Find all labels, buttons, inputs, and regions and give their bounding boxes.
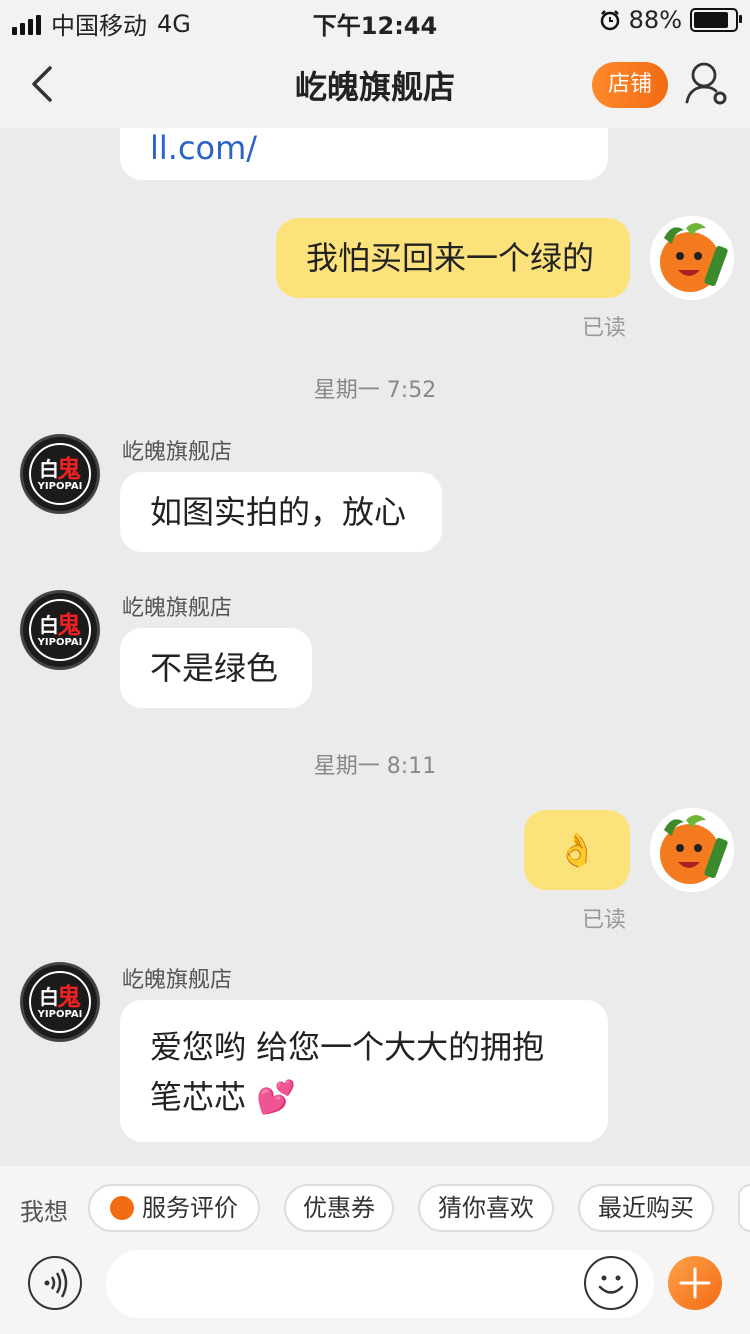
read-status: 已读 <box>582 316 627 341</box>
avatar-char-2: 鬼 <box>57 455 81 483</box>
chip-service-review[interactable]: 服务评价 <box>88 1184 260 1232</box>
shop-button[interactable]: 店铺 <box>592 62 668 108</box>
chip-label: 服务评价 <box>142 1194 238 1222</box>
timestamp: 星期一 8:11 <box>313 754 437 779</box>
voice-icon[interactable] <box>28 1256 82 1310</box>
timestamp: 星期一 7:52 <box>313 378 437 403</box>
plus-icon[interactable] <box>668 1256 722 1310</box>
avatar-char-2: 鬼 <box>57 983 81 1011</box>
input-bar <box>0 1250 750 1334</box>
alarm-icon <box>600 10 619 31</box>
chip-label: 猜你喜欢 <box>438 1194 534 1222</box>
orange-mascot-avatar-icon <box>650 216 734 300</box>
my-avatar[interactable] <box>650 216 734 300</box>
shop-message-bubble[interactable]: 爱您哟 给您一个大大的拥抱 笔芯芯 💕 <box>120 1000 608 1142</box>
avatar-char-1: 白 <box>39 985 59 1009</box>
battery-percent: 88% <box>628 6 682 34</box>
avatar-char-1: 白 <box>39 457 59 481</box>
ok-hand-emoji: 👌 <box>557 831 597 869</box>
smiley-icon[interactable] <box>584 1256 638 1310</box>
smiley-face-icon <box>598 1275 624 1294</box>
sender-name: 屹魄旗舰店 <box>122 596 233 621</box>
avatar-brand: YIPOPAI <box>37 637 83 648</box>
chip-guess-you-like[interactable]: 猜你喜欢 <box>418 1184 554 1232</box>
plus-sign-icon <box>679 1267 711 1299</box>
message-text: 我怕买回来一个绿的 <box>306 239 595 277</box>
avatar-brand: YIPOPAI <box>37 1009 83 1020</box>
message-text-line-1: 爱您哟 给您一个大大的拥抱 <box>150 1028 545 1066</box>
shop-avatar[interactable]: 白 鬼 YIPOPAI <box>20 962 100 1042</box>
link-text[interactable]: ll.com/ <box>150 129 257 167</box>
my-avatar[interactable] <box>650 808 734 892</box>
hearts-emoji: 💕 <box>256 1078 297 1116</box>
status-right: 88% <box>599 6 742 34</box>
orange-mascot-avatar-icon <box>650 808 734 892</box>
message-text: 笔芯芯 <box>150 1078 247 1116</box>
quick-bar-label: 我想 <box>20 1198 68 1226</box>
chip-recent-purchase[interactable]: 最近购买 <box>578 1184 714 1232</box>
shop-avatar[interactable]: 白 鬼 YIPOPAI <box>20 590 100 670</box>
chip-more[interactable] <box>738 1184 750 1232</box>
link-bubble[interactable]: ll.com/ <box>120 128 608 180</box>
sender-name: 屹魄旗舰店 <box>122 440 233 465</box>
avatar-char-1: 白 <box>39 613 59 637</box>
my-message-bubble[interactable]: 我怕买回来一个绿的 <box>276 218 630 298</box>
message-text: 不是绿色 <box>150 649 279 687</box>
quick-reply-bar: 我想 服务评价 优惠券 猜你喜欢 最近购买 <box>0 1166 750 1250</box>
sender-name: 屹魄旗舰店 <box>122 968 233 993</box>
service-review-icon <box>110 1196 134 1220</box>
message-text-line-2: 笔芯芯 💕 <box>150 1072 578 1122</box>
voice-waves-icon <box>44 1268 68 1298</box>
message-input[interactable] <box>106 1250 654 1318</box>
chip-label: 优惠券 <box>303 1194 375 1222</box>
status-bar: 中国移动 4G 下午12:44 88% <box>0 0 750 40</box>
chat-area[interactable]: ll.com/ 我怕买回来一个绿的 已读 星期一 7:52 白 鬼 YIPOPA… <box>0 128 750 1166</box>
user-settings-icon[interactable] <box>684 60 730 108</box>
shop-avatar[interactable]: 白 鬼 YIPOPAI <box>20 434 100 514</box>
nav-bar: 屹魄旗舰店 店铺 <box>0 40 750 128</box>
chip-label: 最近购买 <box>598 1194 694 1222</box>
message-text: 如图实拍的，放心 <box>150 493 407 531</box>
shop-message-bubble[interactable]: 不是绿色 <box>120 628 312 708</box>
avatar-char-2: 鬼 <box>57 611 81 639</box>
avatar-brand: YIPOPAI <box>37 481 83 492</box>
my-message-bubble[interactable]: 👌 <box>524 810 630 890</box>
battery-icon <box>690 8 742 32</box>
chip-coupon[interactable]: 优惠券 <box>284 1184 394 1232</box>
read-status: 已读 <box>582 908 627 933</box>
shop-message-bubble[interactable]: 如图实拍的，放心 <box>120 472 442 552</box>
